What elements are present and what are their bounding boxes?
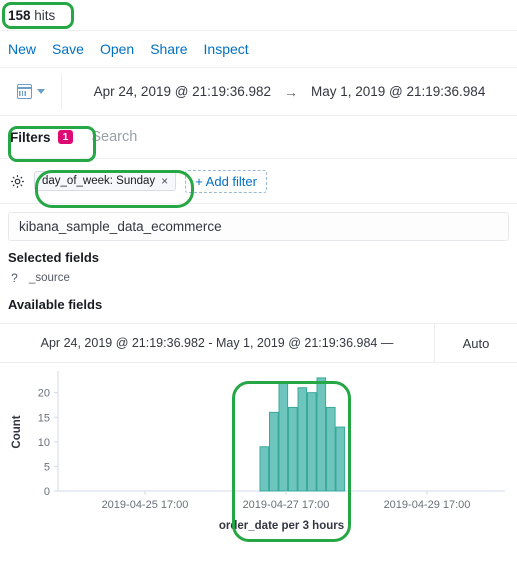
calendar-icon <box>16 84 32 99</box>
filter-pill-label: day_of_week: Sunday <box>42 175 156 187</box>
search-input[interactable]: Search <box>85 129 517 145</box>
field-item-source[interactable]: ? _source <box>0 268 517 288</box>
y-axis-tick-label: 5 <box>44 461 50 473</box>
x-axis-tick-label: 2019-04-27 17:00 <box>243 499 330 511</box>
nav-link-share[interactable]: Share <box>150 41 187 57</box>
filter-bar: day_of_week: Sunday × + Add filter <box>0 159 517 204</box>
y-axis-tick-label: 10 <box>38 437 50 449</box>
nav-link-save[interactable]: Save <box>52 41 84 57</box>
filter-pill[interactable]: day_of_week: Sunday × <box>34 171 177 191</box>
date-start[interactable]: Apr 24, 2019 @ 21:19:36.982 <box>94 84 271 99</box>
interval-select[interactable]: Auto <box>434 324 517 362</box>
chart-bar[interactable] <box>297 387 308 492</box>
chart-header: Apr 24, 2019 @ 21:19:36.982 - May 1, 201… <box>0 323 517 363</box>
unknown-field-type-icon: ? <box>11 271 18 285</box>
gear-icon[interactable] <box>10 174 25 189</box>
x-axis-tick-label: 2019-04-25 17:00 <box>102 499 189 511</box>
chart-bar[interactable] <box>288 406 298 492</box>
chart-bar[interactable] <box>259 446 270 492</box>
hit-count-number: 158 <box>8 7 31 23</box>
add-filter-button[interactable]: + Add filter <box>185 169 267 193</box>
chart-canvas[interactable]: 0 5 10 15 20 Count 2019-04-25 17:00 2019-04-27 … <box>0 363 517 559</box>
date-end[interactable]: May 1, 2019 @ 21:19:36.984 <box>311 84 485 99</box>
filters-tab[interactable]: Filters 1 <box>0 116 85 158</box>
x-axis-title: order_date per 3 hours <box>219 520 344 532</box>
index-pattern-section: kibana_sample_data_ecommerce <box>0 204 517 241</box>
chart-bar[interactable] <box>335 426 346 492</box>
query-bar: Filters 1 Search <box>0 116 517 159</box>
hit-count: 158 hits <box>8 8 55 23</box>
chart-bar[interactable] <box>326 406 336 492</box>
field-name-label: _source <box>29 272 70 284</box>
close-icon[interactable]: × <box>161 175 168 187</box>
nav-link-new[interactable]: New <box>8 41 36 57</box>
x-axis-tick-label: 2019-04-29 17:00 <box>384 499 471 511</box>
chart-time-range-label: Apr 24, 2019 @ 21:19:36.982 - May 1, 201… <box>40 336 394 350</box>
chart-bar[interactable] <box>269 411 279 492</box>
y-axis-tick-label: 15 <box>38 412 50 424</box>
selected-fields-title: Selected fields <box>8 250 100 265</box>
chart-bar[interactable] <box>307 392 317 492</box>
arrow-right-icon: → <box>284 83 298 100</box>
filters-tab-label: Filters <box>10 129 51 145</box>
y-axis-title: Count <box>11 415 23 448</box>
top-nav-menu: New Save Open Share Inspect <box>0 31 517 68</box>
date-picker-bar: Apr 24, 2019 @ 21:19:36.982 → May 1, 201… <box>0 68 517 116</box>
histogram-chart: 0 5 10 15 20 Count 2019-04-25 17:00 2019-04-27 … <box>0 363 517 559</box>
hits-bar: 158 hits <box>0 0 517 31</box>
chart-bar[interactable] <box>316 377 327 492</box>
nav-link-open[interactable]: Open <box>100 41 134 57</box>
nav-link-inspect[interactable]: Inspect <box>204 41 249 57</box>
index-pattern-selector[interactable]: kibana_sample_data_ecommerce <box>8 212 509 241</box>
chevron-down-icon <box>36 89 45 94</box>
date-quick-select-button[interactable] <box>0 74 62 109</box>
available-fields-title: Available fields <box>8 297 103 312</box>
y-axis-tick-label: 0 <box>44 486 50 498</box>
y-axis-tick-label: 20 <box>38 388 50 400</box>
hit-count-label: hits <box>34 7 56 23</box>
date-range-display[interactable]: Apr 24, 2019 @ 21:19:36.982 → May 1, 201… <box>62 68 517 115</box>
chart-bar[interactable] <box>278 382 289 492</box>
filters-count-badge: 1 <box>57 129 74 145</box>
